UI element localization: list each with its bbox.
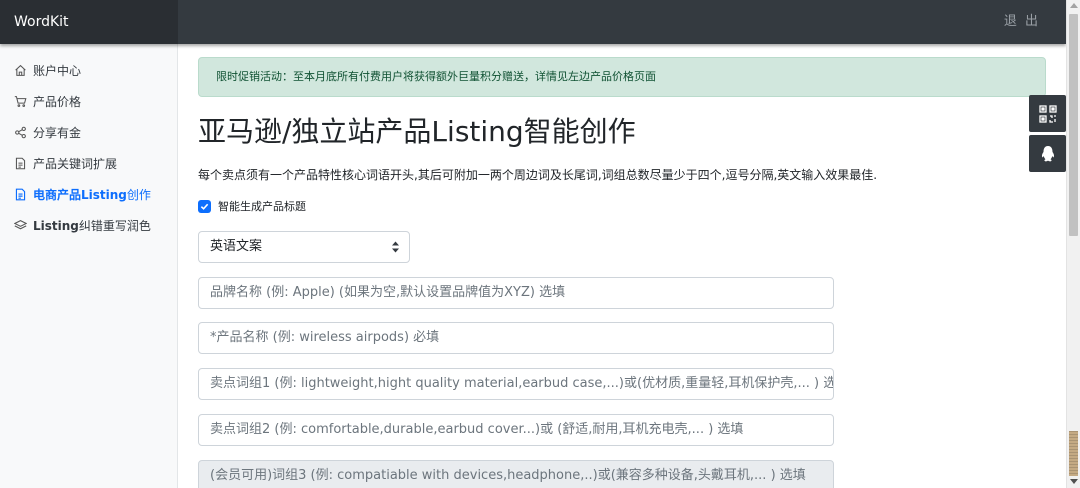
instructions-text: 每个卖点须有一个产品特性核心词语开头,其后可附加一两个周边词及长尾词,词组总数尽… xyxy=(198,168,878,182)
sidebar-item-listing-rewrite[interactable]: Listing 纠错重写润色 xyxy=(0,210,177,241)
sidebar-item-label: 账户中心 xyxy=(33,64,82,78)
promo-alert: 限时促销活动：至本月底所有付费用户将获得额外巨量积分赠送，详情见左边产品价格页面 xyxy=(198,57,1046,97)
generate-title-checkbox[interactable] xyxy=(198,199,211,213)
qr-code-icon xyxy=(1038,104,1057,123)
language-select[interactable]: 英语文案 xyxy=(198,231,410,263)
brand-logo[interactable]: WordKit xyxy=(0,0,178,44)
selling-point-2-input[interactable]: 卖点词组2 (例: comfortable,durable,earbud cov… xyxy=(198,414,834,446)
sidebar-item-label-suffix: 创作 xyxy=(126,188,151,202)
sidebar-item-label: 电商产品Listing xyxy=(33,188,127,202)
sidebar-item-label: 产品价格 xyxy=(33,95,82,109)
page-scrollbar[interactable] xyxy=(1066,0,1080,488)
selling-point-3-input: (会员可用)词组3 (例: compatiable with devices,h… xyxy=(198,460,834,488)
qr-code-button[interactable] xyxy=(1029,95,1066,132)
scroll-resize-grip[interactable] xyxy=(1069,431,1078,476)
qq-contact-button[interactable] xyxy=(1029,135,1066,172)
penguin-icon xyxy=(1041,145,1054,161)
sidebar-item-pricing[interactable]: 产品价格 xyxy=(0,86,177,117)
sidebar-item-label: Listing xyxy=(33,218,79,233)
document-icon xyxy=(13,157,27,171)
select-arrows-icon xyxy=(391,232,400,262)
language-select-value: 英语文案 xyxy=(210,239,263,254)
generate-title-label[interactable]: 智能生成产品标题 xyxy=(218,198,306,214)
sidebar-item-label: 分享有金 xyxy=(33,126,82,140)
sidebar-item-listing-creation[interactable]: 电商产品Listing 创作 xyxy=(0,179,177,210)
logout-button[interactable]: 退 出 xyxy=(1004,0,1040,44)
main-content: 限时促销活动：至本月底所有付费用户将获得额外巨量积分赠送，详情见左边产品价格页面… xyxy=(178,44,1066,488)
layers-icon xyxy=(13,219,27,233)
sidebar: 账户中心 产品价格 分享有金 产品关键词扩展 电商产品Listing 创作 Lis… xyxy=(0,44,178,488)
cart-icon xyxy=(13,95,27,109)
brand-name-input[interactable]: 品牌名称 (例: Apple) (如果为空,默认设置品牌值为XYZ) 选填 xyxy=(198,277,834,309)
sidebar-item-label-suffix: 纠错重写润色 xyxy=(78,219,151,233)
product-name-input[interactable]: *产品名称 (例: wireless airpods) 必填 xyxy=(198,322,834,354)
sidebar-item-share[interactable]: 分享有金 xyxy=(0,117,177,148)
home-icon xyxy=(13,64,27,78)
selling-point-1-input[interactable]: 卖点词组1 (例: lightweight,hight quality mate… xyxy=(198,368,834,400)
scrollbar-thumb[interactable] xyxy=(1069,14,1078,236)
generate-title-option: 智能生成产品标题 xyxy=(198,198,306,214)
top-navbar: WordKit 退 出 xyxy=(0,0,1066,44)
sidebar-item-label: 产品关键词扩展 xyxy=(33,157,118,171)
check-icon xyxy=(200,203,209,210)
sidebar-item-account[interactable]: 账户中心 xyxy=(0,55,177,86)
sidebar-item-keyword-expansion[interactable]: 产品关键词扩展 xyxy=(0,148,177,179)
share-icon xyxy=(13,126,27,140)
scroll-up-arrow-icon[interactable] xyxy=(1070,3,1078,8)
scroll-down-arrow-icon[interactable] xyxy=(1070,479,1078,484)
page-title: 亚马逊/独立站产品Listing智能创作 xyxy=(198,115,636,148)
document-icon xyxy=(13,188,27,202)
